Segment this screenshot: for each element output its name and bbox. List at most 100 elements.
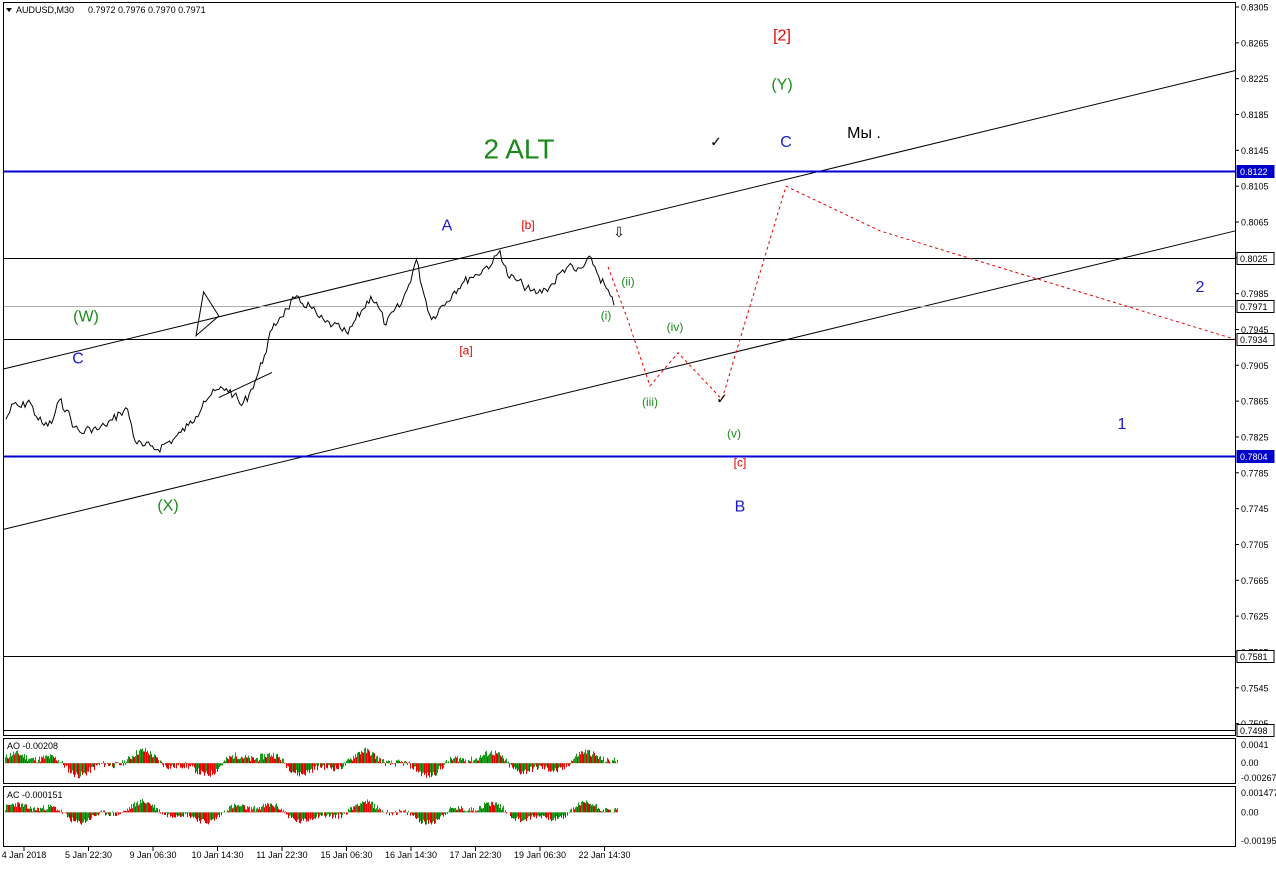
ao-bar (138, 755, 139, 763)
ac-bar (245, 810, 246, 813)
ao-bar (534, 763, 535, 767)
ao-bar (362, 752, 363, 763)
ao-bar (479, 757, 480, 763)
ac-bar (574, 809, 575, 812)
ao-bar (218, 763, 219, 769)
ac-bar (287, 812, 288, 814)
ao-bar (57, 761, 58, 763)
x-tick-label: 10 Jan 14:30 (191, 850, 243, 860)
ao-bar (391, 761, 392, 764)
ao-bar (524, 763, 525, 770)
ac-bar (586, 800, 587, 812)
ao-bar (275, 759, 276, 763)
ao-bar (570, 763, 571, 764)
ao-bar (263, 759, 264, 763)
ao-bar (471, 757, 472, 764)
ac-bar (268, 804, 269, 813)
ao-bar (93, 763, 94, 767)
ao-bar (457, 756, 458, 763)
x-tick-label: 11 Jan 22:30 (256, 850, 307, 860)
ao-bar (170, 763, 171, 768)
ao-tick-label: 0.0041 (1241, 740, 1269, 750)
ac-bar (380, 809, 381, 812)
ac-bar (150, 805, 151, 813)
ac-bar (185, 812, 186, 814)
ac-bar (373, 808, 374, 812)
chevron-down-icon[interactable] (6, 8, 12, 12)
ac-bar (29, 809, 30, 813)
ac-bar (194, 812, 195, 816)
ao-bar (533, 763, 534, 768)
ao-bar (143, 751, 144, 763)
ac-bar (134, 802, 135, 812)
ac-bar (440, 812, 441, 816)
ac-bar (141, 803, 142, 812)
level-tags: 0.81220.80250.79710.79340.78040.75810.74… (1237, 166, 1274, 737)
ao-bar (372, 752, 373, 763)
ac-bar (16, 807, 17, 812)
ac-bar (316, 812, 317, 816)
ao-bar (562, 763, 563, 770)
wave-label: (ii) (621, 274, 634, 288)
wedge-shape (196, 292, 219, 336)
ac-bar (422, 812, 423, 823)
ao-bar (21, 755, 22, 763)
ac-bar (448, 812, 449, 813)
ac-bar (193, 812, 194, 817)
ao-bar (579, 752, 580, 763)
ao-bar (237, 759, 238, 763)
ao-bar (31, 758, 32, 763)
ao-bar (178, 763, 179, 765)
ac-bar (352, 810, 353, 812)
ao-bar (195, 763, 196, 773)
ac-bar (232, 808, 233, 812)
ao-bar (97, 763, 98, 765)
ao-bar (202, 763, 203, 771)
ao-bar (329, 763, 330, 765)
ao-bar (66, 763, 67, 766)
ao-bar (257, 758, 258, 763)
ac-bar (171, 812, 172, 816)
wave-label: (X) (157, 498, 178, 515)
ac-bar (188, 812, 189, 813)
ao-bar (428, 763, 429, 775)
ac-bar (461, 806, 462, 813)
ac-bar (497, 805, 498, 812)
ao-bar (437, 763, 438, 773)
ac-bar (154, 805, 155, 813)
ac-bar (492, 802, 493, 812)
ao-bar (204, 763, 205, 775)
ac-bar (305, 812, 306, 819)
ao-bar (469, 761, 470, 763)
ao-bar (185, 762, 186, 763)
ac-bar (243, 805, 244, 813)
ao-bar (477, 760, 478, 763)
ao-bar (405, 761, 406, 763)
ao-bar (122, 760, 123, 763)
ac-bar (80, 812, 81, 823)
ao-bar (308, 763, 309, 770)
ao-bar (386, 761, 387, 763)
ac-bar (579, 805, 580, 812)
down-arrow-icon: ⇩ (613, 224, 625, 240)
ao-bar (189, 763, 190, 766)
ao-bar (168, 763, 169, 769)
ac-bar (77, 812, 78, 822)
ac-bar (71, 812, 72, 822)
ao-bar (126, 762, 127, 764)
ac-bar (105, 812, 106, 815)
ac-bar (90, 812, 91, 820)
ao-bar (32, 758, 33, 763)
ac-bar (563, 812, 564, 819)
ao-bar (98, 763, 99, 764)
ac-bar (446, 812, 447, 813)
ao-bar (494, 755, 495, 763)
ac-bar (230, 806, 231, 813)
ac-bar (487, 803, 488, 813)
ac-bar (506, 812, 507, 813)
ao-bar (439, 763, 440, 766)
ao-bar (456, 758, 457, 763)
ac-bar (457, 810, 458, 813)
ac-bar (234, 804, 235, 813)
chart-svg[interactable]: 2 ALT[2](Y)CМы .A[b](ii)(i)(W)C[a](iv)(i… (0, 0, 1276, 866)
